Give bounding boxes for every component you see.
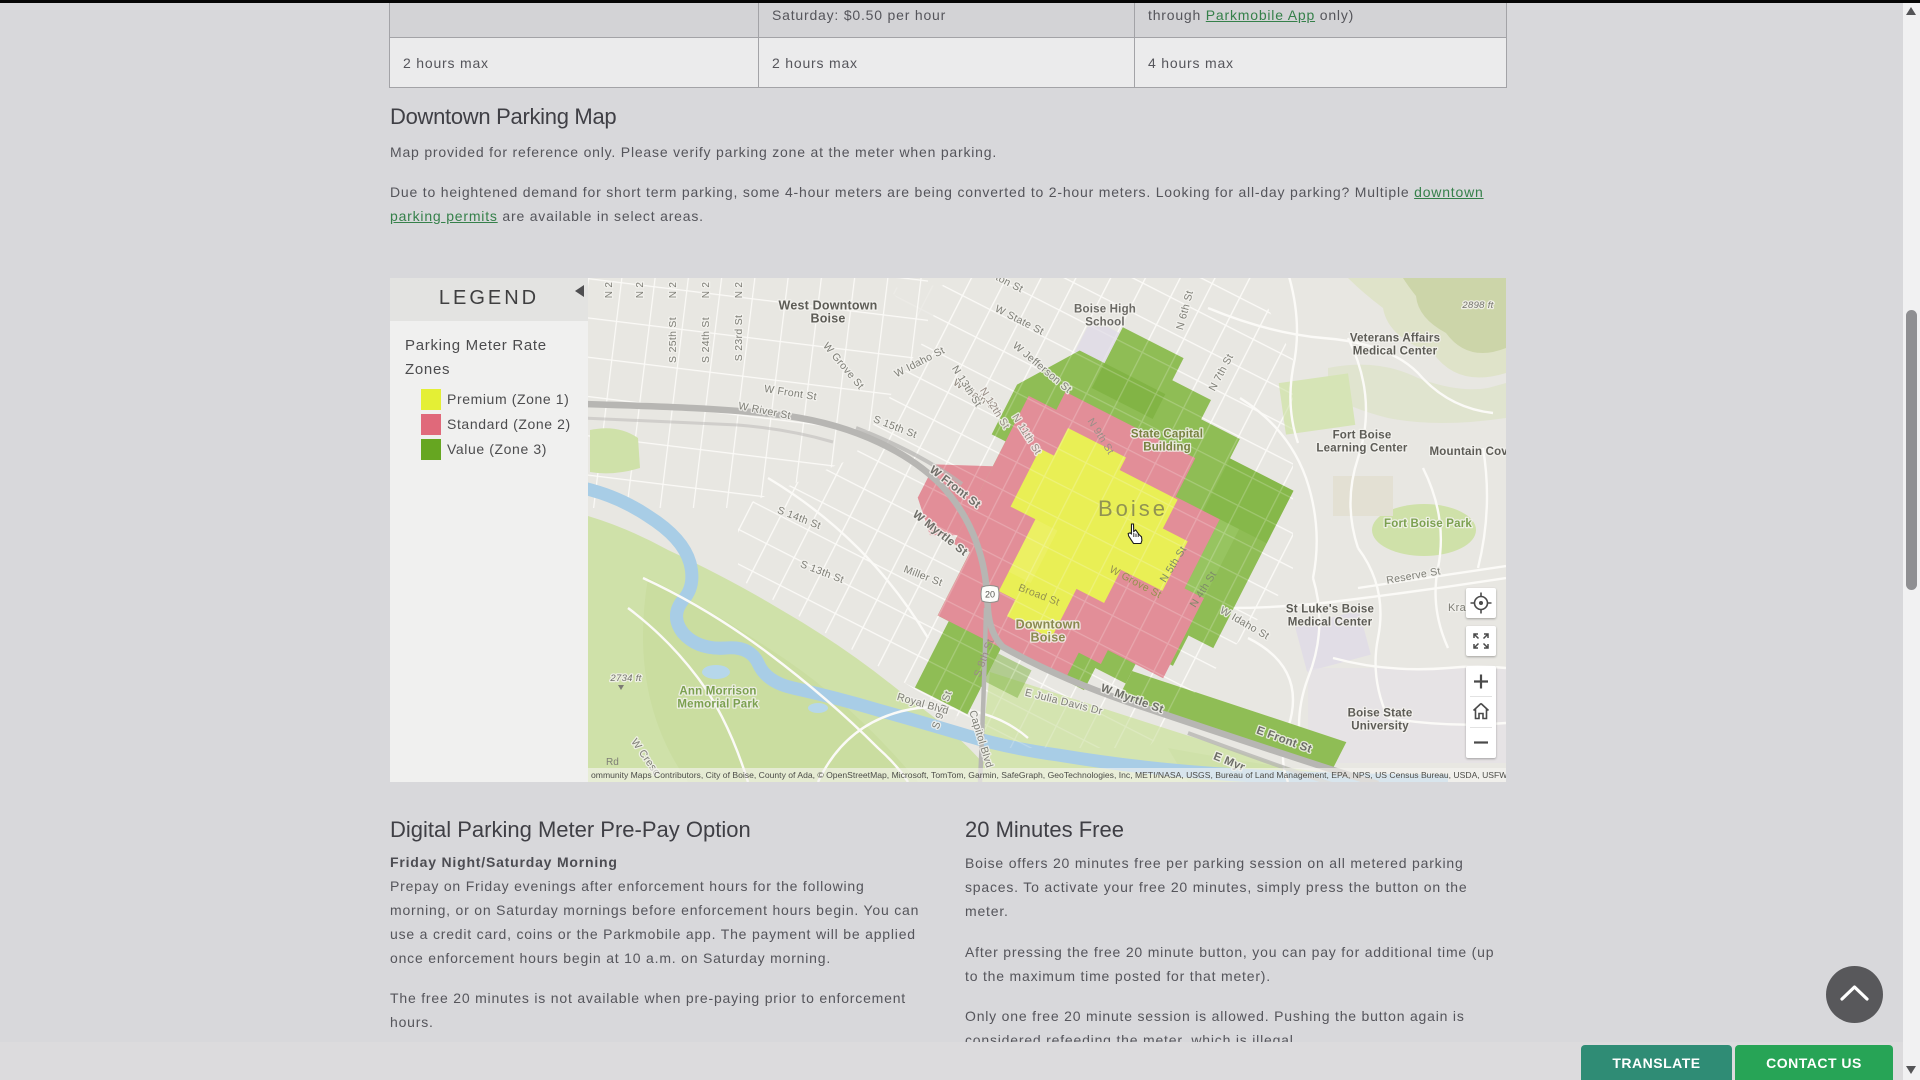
svg-text:S 23rd St: S 23rd St [733, 315, 745, 361]
svg-text:Boise High: Boise High [1074, 304, 1136, 316]
svg-text:School: School [1085, 317, 1125, 329]
svg-text:Medical Center: Medical Center [1353, 346, 1438, 358]
svg-text:University: University [1351, 721, 1409, 733]
svg-text:Fort Boise Park: Fort Boise Park [1384, 518, 1472, 530]
svg-text:Medical Center: Medical Center [1288, 617, 1373, 629]
svg-text:Boise State: Boise State [1348, 708, 1413, 720]
svg-text:2898 ft: 2898 ft [1461, 300, 1493, 311]
svg-text:N 2: N 2 [668, 282, 679, 299]
svg-text:Rd: Rd [606, 757, 619, 768]
svg-text:Fort Boise: Fort Boise [1333, 430, 1392, 442]
svg-text:West Downtown: West Downtown [779, 299, 878, 313]
svg-text:Boise: Boise [810, 312, 845, 326]
svg-text:2734 ft: 2734 ft [609, 673, 641, 684]
svg-text:St Luke's Boise: St Luke's Boise [1286, 604, 1374, 616]
svg-text:Learning Center: Learning Center [1316, 443, 1408, 455]
svg-text:N 2: N 2 [701, 282, 712, 299]
svg-text:State Capital: State Capital [1131, 429, 1203, 441]
svg-text:S 25th St: S 25th St [667, 317, 679, 363]
svg-text:Memorial Park: Memorial Park [677, 699, 759, 711]
svg-text:Kra: Kra [1448, 602, 1467, 614]
svg-text:N 2: N 2 [635, 282, 646, 299]
svg-text:Building: Building [1143, 442, 1191, 454]
svg-text:Boise: Boise [1098, 496, 1168, 521]
svg-text:N 2: N 2 [734, 282, 745, 299]
svg-text:Downtown: Downtown [1016, 618, 1081, 632]
svg-text:N 2: N 2 [604, 282, 615, 299]
svg-text:Boise: Boise [1030, 631, 1065, 645]
svg-text:Veterans Affairs: Veterans Affairs [1350, 333, 1440, 345]
svg-text:20: 20 [985, 590, 995, 600]
svg-text:Ann Morrison: Ann Morrison [679, 686, 756, 698]
svg-text:S 24th St: S 24th St [700, 317, 712, 363]
svg-text:ommunity Maps Contributors, Ci: ommunity Maps Contributors, City of Bois… [591, 770, 1506, 780]
svg-text:Mountain Cove: Mountain Cove [1429, 446, 1506, 458]
